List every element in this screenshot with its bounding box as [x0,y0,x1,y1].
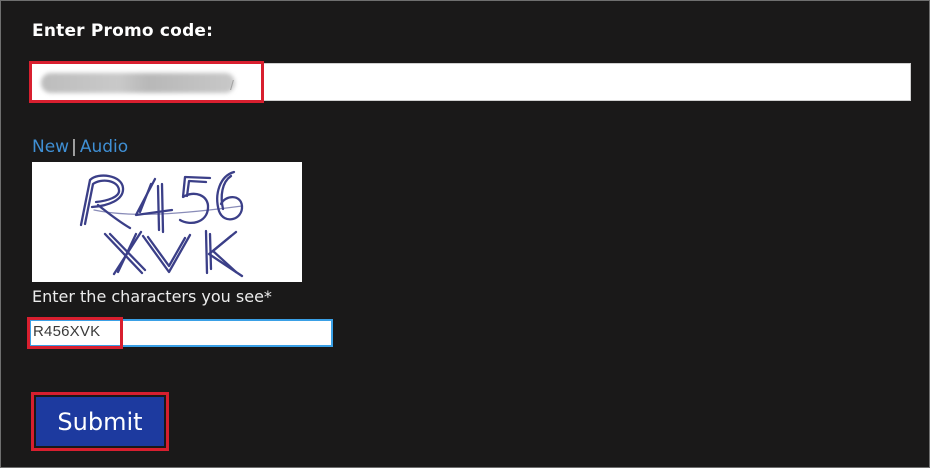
captcha-image [32,162,302,282]
promo-code-highlight [29,61,264,103]
promo-form-panel: Enter Promo code: / New | Audio Enter th… [0,0,930,468]
captcha-link-separator: | [71,137,77,157]
promo-code-label: Enter Promo code: [32,21,214,41]
captcha-audio-link[interactable]: Audio [80,137,128,157]
captcha-glyphs [32,162,302,282]
captcha-new-link[interactable]: New [32,137,69,157]
submit-button[interactable]: Submit [36,397,164,446]
captcha-instruction: Enter the characters you see* [32,287,272,306]
captcha-input-highlight [27,317,123,349]
captcha-links: New | Audio [32,137,128,157]
